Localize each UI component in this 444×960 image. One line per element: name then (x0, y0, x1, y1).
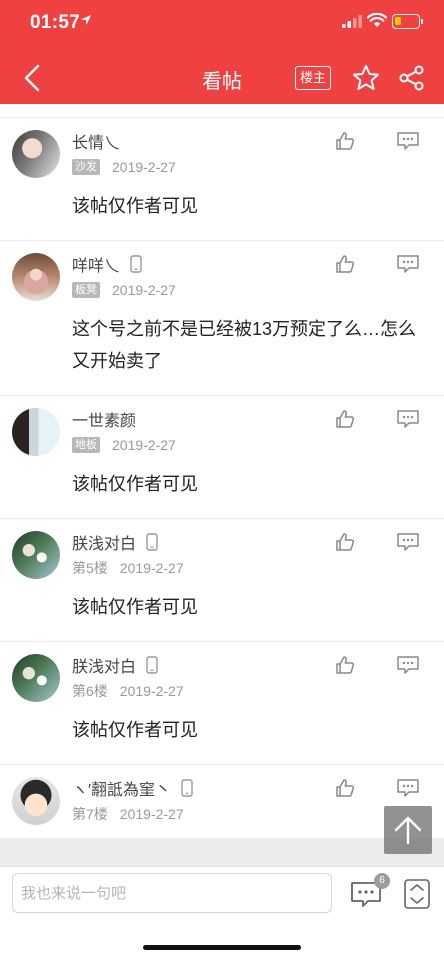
divider (0, 104, 444, 118)
post-date: 2019-2-27 (119, 683, 184, 699)
post-date: 2019-2-27 (119, 806, 184, 822)
thumbs-up-icon[interactable] (335, 254, 355, 274)
floor-badge: 地板 (72, 437, 100, 453)
thumbs-up-icon[interactable] (335, 655, 355, 675)
star-icon[interactable] (351, 63, 381, 93)
app-header: 01:57 看帖 楼主 (0, 0, 444, 104)
comment-count-badge: 6 (374, 873, 390, 889)
comment-input[interactable] (12, 873, 332, 913)
reply-icon[interactable] (396, 131, 420, 151)
name-row: 一世素颜 (72, 408, 432, 430)
name-row: 咩咩乀 (72, 253, 432, 275)
name-row: 长情乀 (72, 130, 432, 152)
post-text: 该帖仅作者可见 (72, 597, 198, 617)
avatar[interactable] (12, 130, 60, 178)
thumbs-up-icon[interactable] (335, 131, 355, 151)
wifi-icon (367, 13, 387, 27)
reply-item: 一世素颜 地板 2019-2-27 该帖仅作者可见 (0, 396, 444, 519)
post-text: 这个号之前不是已经被13万预定了么…怎么又开始卖了 (72, 319, 417, 371)
reply-item: 长情乀 沙发 2019-2-27 该帖仅作者可见 (0, 118, 444, 241)
reply-icon[interactable] (396, 655, 420, 675)
bottom-bar: 6 (0, 866, 444, 960)
username[interactable]: 朕浅对白 (72, 653, 136, 677)
reply-list: 长情乀 沙发 2019-2-27 该帖仅作者可见 咩咩乀 板凳 2019-2-2… (0, 104, 444, 838)
meta-row: 沙发 2019-2-27 (72, 156, 432, 178)
avatar[interactable] (12, 777, 60, 825)
avatar[interactable] (12, 531, 60, 579)
post-date: 2019-2-27 (112, 159, 176, 175)
avatar[interactable] (12, 408, 60, 456)
username[interactable]: ヽ′翿詆為窐丶 (72, 776, 171, 800)
only-op-button[interactable]: 楼主 (295, 66, 331, 90)
phone-icon (146, 533, 158, 551)
floor-badge: 沙发 (72, 159, 100, 175)
reply-icon[interactable] (396, 409, 420, 429)
post-text: 该帖仅作者可见 (72, 720, 198, 740)
reply-icon[interactable] (396, 254, 420, 274)
phone-icon (146, 656, 158, 674)
battery-level (395, 17, 401, 25)
post-text: 该帖仅作者可见 (72, 474, 198, 494)
reply-item: 朕浅对白 第5楼 2019-2-27 该帖仅作者可见 (0, 519, 444, 642)
reply-item: 朕浅对白 第6楼 2019-2-27 该帖仅作者可见 (0, 642, 444, 765)
status-time: 01:57 (30, 12, 81, 33)
avatar[interactable] (12, 654, 60, 702)
thumbs-up-icon[interactable] (335, 778, 355, 798)
home-indicator (143, 945, 301, 950)
post-date: 2019-2-27 (112, 282, 176, 298)
username[interactable]: 一世素颜 (72, 407, 136, 431)
name-row: ヽ′翿詆為窐丶 (72, 777, 432, 799)
scroll-to-top-button[interactable] (384, 806, 432, 854)
floor-number: 第5楼 (72, 560, 108, 576)
share-icon[interactable] (398, 64, 426, 92)
floor-badge: 板凳 (72, 282, 100, 298)
jump-icon[interactable] (404, 879, 430, 909)
meta-row: 第5楼 2019-2-27 (72, 557, 432, 579)
reply-item: 咩咩乀 板凳 2019-2-27 这个号之前不是已经被13万预定了么…怎么又开始… (0, 241, 444, 396)
meta-row: 板凳 2019-2-27 (72, 279, 432, 301)
floor-number: 第7楼 (72, 806, 108, 822)
reply-item: ヽ′翿詆為窐丶 第7楼 2019-2-27 该帖仅作者可见 (0, 765, 444, 838)
status-bar: 01:57 (0, 0, 444, 46)
meta-row: 第6楼 2019-2-27 (72, 680, 432, 702)
name-row: 朕浅对白 (72, 654, 432, 676)
phone-icon (181, 779, 193, 797)
meta-row: 地板 2019-2-27 (72, 434, 432, 456)
location-arrow-icon (81, 15, 91, 25)
username[interactable]: 咩咩乀 (72, 252, 120, 276)
thumbs-up-icon[interactable] (335, 532, 355, 552)
battery-icon (392, 14, 423, 29)
username[interactable]: 长情乀 (72, 129, 120, 153)
floor-number: 第6楼 (72, 683, 108, 699)
arrow-up-icon (394, 816, 422, 845)
post-text: 该帖仅作者可见 (72, 196, 198, 216)
list-end-band (0, 838, 444, 868)
username[interactable]: 朕浅对白 (72, 530, 136, 554)
meta-row: 第7楼 2019-2-27 (72, 803, 432, 825)
nav-bar: 看帖 楼主 (0, 52, 444, 104)
avatar[interactable] (12, 253, 60, 301)
reply-icon[interactable] (396, 778, 420, 798)
thumbs-up-icon[interactable] (335, 409, 355, 429)
post-date: 2019-2-27 (112, 437, 176, 453)
reply-icon[interactable] (396, 532, 420, 552)
name-row: 朕浅对白 (72, 531, 432, 553)
signal-icon (342, 15, 362, 28)
phone-icon (130, 255, 142, 273)
post-date: 2019-2-27 (119, 560, 184, 576)
